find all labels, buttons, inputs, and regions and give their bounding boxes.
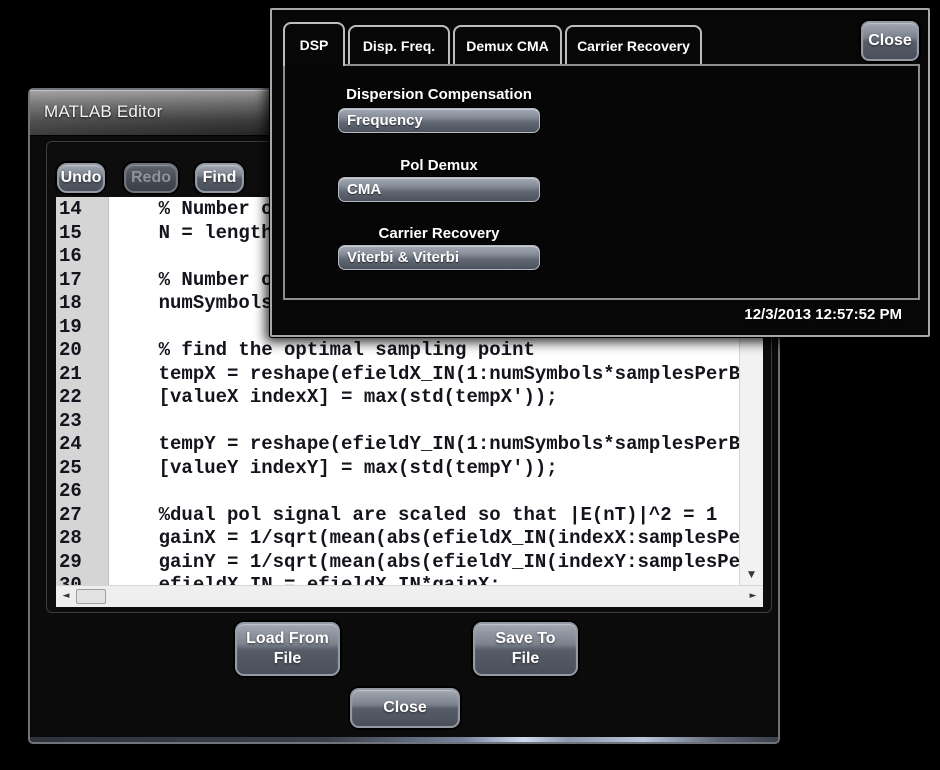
pol-demux-label: Pol Demux xyxy=(338,157,540,177)
button-label-line2: File xyxy=(274,649,302,669)
undo-button[interactable]: Undo xyxy=(57,163,105,193)
code-text: tempX = reshape(efieldX_IN(1:numSymbols*… xyxy=(109,363,739,387)
window-title: MATLAB Editor xyxy=(44,90,163,134)
find-button[interactable]: Find xyxy=(195,163,244,193)
button-label-line1: Load From xyxy=(246,629,329,649)
carrier-recovery-dropdown[interactable]: Viterbi & Viterbi xyxy=(338,245,540,270)
dsp-settings-dialog: DSP Disp. Freq. Demux CMA Carrier Recove… xyxy=(270,8,930,337)
line-number: 27 xyxy=(56,504,109,528)
tab-demux-cma[interactable]: Demux CMA xyxy=(453,25,562,64)
code-text: numSymbols xyxy=(109,292,273,316)
desktop-background: MATLAB Editor Undo Redo Find 14 % Number… xyxy=(0,0,940,770)
window-bottom-sheen xyxy=(30,737,778,742)
save-to-file-button[interactable]: Save To File xyxy=(473,622,578,676)
line-number: 15 xyxy=(56,222,109,246)
code-text: % Number o xyxy=(109,198,273,222)
line-number: 28 xyxy=(56,527,109,551)
dialog-close-button[interactable]: Close xyxy=(861,21,919,61)
line-number: 18 xyxy=(56,292,109,316)
code-text: %dual pol signal are scaled so that |E(n… xyxy=(109,504,717,528)
code-text: tempY = reshape(efieldY_IN(1:numSymbols*… xyxy=(109,433,739,457)
code-text: % Number o xyxy=(109,269,273,293)
line-number: 30 xyxy=(56,574,109,585)
code-line: 25 [valueY indexY] = max(std(tempY')); xyxy=(56,457,739,481)
line-number: 16 xyxy=(56,245,109,269)
line-number: 25 xyxy=(56,457,109,481)
code-text: [valueX indexX] = max(std(tempX')); xyxy=(109,386,558,410)
code-text: efieldX_IN = efieldX_IN*gainX; xyxy=(109,574,501,585)
code-line: 24 tempY = reshape(efieldY_IN(1:numSymbo… xyxy=(56,433,739,457)
load-from-file-button[interactable]: Load From File xyxy=(235,622,340,676)
code-text xyxy=(109,316,113,340)
h-scrollbar-thumb[interactable] xyxy=(76,589,106,604)
code-text: gainX = 1/sqrt(mean(abs(efieldX_IN(index… xyxy=(109,527,739,551)
carrier-recovery-label: Carrier Recovery xyxy=(338,225,540,245)
editor-close-button[interactable]: Close xyxy=(350,688,460,728)
tab-carrier-recovery[interactable]: Carrier Recovery xyxy=(565,25,702,64)
scroll-left-icon[interactable]: ◄ xyxy=(59,586,73,607)
line-number: 23 xyxy=(56,410,109,434)
scroll-right-icon[interactable]: ► xyxy=(746,586,760,607)
line-number: 22 xyxy=(56,386,109,410)
code-line: 30 efieldX_IN = efieldX_IN*gainX; xyxy=(56,574,739,585)
code-text: [valueY indexY] = max(std(tempY')); xyxy=(109,457,558,481)
tab-dsp[interactable]: DSP xyxy=(283,22,345,66)
code-text: gainY = 1/sqrt(mean(abs(efieldY_IN(index… xyxy=(109,551,739,575)
code-line: 21 tempX = reshape(efieldX_IN(1:numSymbo… xyxy=(56,363,739,387)
scroll-down-icon[interactable]: ▼ xyxy=(740,567,763,583)
button-label-line1: Save To xyxy=(495,629,555,649)
pol-demux-dropdown[interactable]: CMA xyxy=(338,177,540,202)
code-text: % find the optimal sampling point xyxy=(109,339,535,363)
line-number: 17 xyxy=(56,269,109,293)
horizontal-scrollbar[interactable]: ◄ ► xyxy=(56,585,763,607)
code-line: 27 %dual pol signal are scaled so that |… xyxy=(56,504,739,528)
code-line: 20 % find the optimal sampling point xyxy=(56,339,739,363)
code-line: 28 gainX = 1/sqrt(mean(abs(efieldX_IN(in… xyxy=(56,527,739,551)
line-number: 21 xyxy=(56,363,109,387)
code-line: 26 xyxy=(56,480,739,504)
code-text xyxy=(109,480,113,504)
redo-button[interactable]: Redo xyxy=(124,163,178,193)
code-text xyxy=(109,245,113,269)
timestamp: 12/3/2013 12:57:52 PM xyxy=(744,306,902,323)
code-line: 23 xyxy=(56,410,739,434)
dispersion-compensation-dropdown[interactable]: Frequency xyxy=(338,108,540,133)
code-text: N = length xyxy=(109,222,273,246)
tab-disp-freq[interactable]: Disp. Freq. xyxy=(348,25,450,64)
code-text xyxy=(109,410,113,434)
line-number: 14 xyxy=(56,198,109,222)
line-number: 20 xyxy=(56,339,109,363)
code-line: 22 [valueX indexX] = max(std(tempX')); xyxy=(56,386,739,410)
line-number: 24 xyxy=(56,433,109,457)
code-line: 29 gainY = 1/sqrt(mean(abs(efieldY_IN(in… xyxy=(56,551,739,575)
button-label-line2: File xyxy=(512,649,540,669)
line-number: 26 xyxy=(56,480,109,504)
line-number: 19 xyxy=(56,316,109,340)
line-number: 29 xyxy=(56,551,109,575)
dispersion-compensation-label: Dispersion Compensation xyxy=(338,86,540,106)
